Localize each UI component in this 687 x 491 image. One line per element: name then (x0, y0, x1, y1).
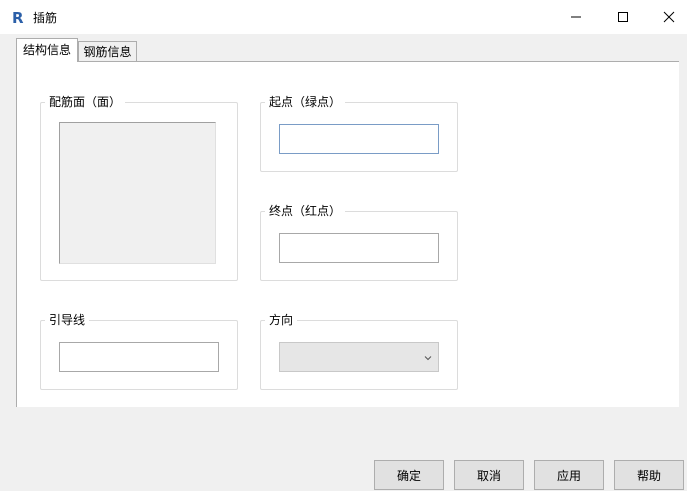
close-button[interactable] (646, 0, 687, 34)
end-point-group: 终点（红点） (260, 203, 458, 281)
start-point-label: 起点（绿点） (265, 94, 346, 110)
tab-panel-structure: 配筋面（面） 起点（绿点） 终点（红点） 引导线 方向 (16, 61, 679, 407)
window-title: 插筋 (33, 11, 58, 25)
face-preview-box (59, 122, 216, 264)
leader-input[interactable] (59, 342, 219, 372)
svg-text:R: R (12, 9, 24, 25)
title-bar: R 插筋 (0, 0, 687, 34)
end-point-label: 终点（红点） (265, 203, 346, 219)
direction-group: 方向 (260, 312, 458, 390)
apply-button[interactable]: 应用 (534, 460, 604, 490)
maximize-button[interactable] (600, 0, 646, 34)
minimize-button[interactable] (553, 0, 599, 34)
cancel-button[interactable]: 取消 (454, 460, 524, 490)
start-point-group: 起点（绿点） (260, 94, 458, 172)
leader-label: 引导线 (45, 312, 90, 328)
ok-button[interactable]: 确定 (374, 460, 444, 490)
start-point-input[interactable] (279, 124, 439, 154)
revit-app-icon: R (12, 9, 24, 25)
minimize-icon (571, 16, 581, 18)
face-group-label: 配筋面（面） (45, 94, 126, 110)
help-button[interactable]: 帮助 (614, 460, 684, 490)
close-icon (663, 11, 675, 23)
maximize-icon (618, 12, 628, 22)
chevron-down-icon (424, 356, 432, 361)
face-group: 配筋面（面） (40, 94, 238, 281)
direction-select[interactable] (279, 342, 439, 372)
end-point-input[interactable] (279, 233, 439, 263)
tab-rebar-info[interactable]: 钢筋信息 (78, 41, 137, 61)
tab-structure-info[interactable]: 结构信息 (16, 38, 78, 62)
direction-label: 方向 (265, 312, 298, 328)
leader-group: 引导线 (40, 312, 238, 390)
